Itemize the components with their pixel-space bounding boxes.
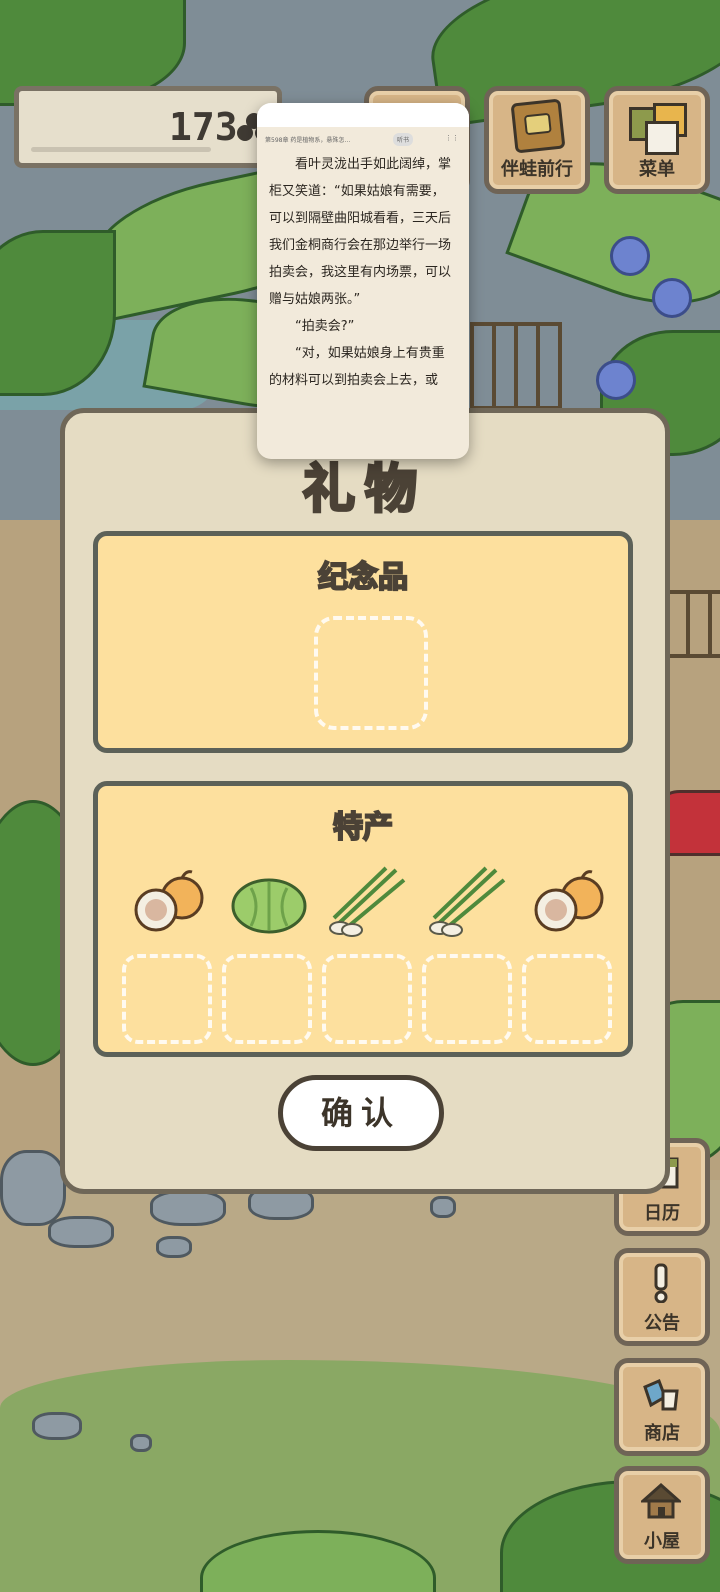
menu-button[interactable]: 菜单 <box>604 86 710 194</box>
listen-button[interactable]: 听书 <box>393 133 414 146</box>
scallion-icon[interactable] <box>326 866 412 938</box>
melon-icon[interactable] <box>126 866 212 938</box>
house-icon <box>641 1482 681 1519</box>
reader-paragraph: “拍卖会?” <box>295 319 355 334</box>
specialty-slot[interactable] <box>422 954 512 1044</box>
chapter-title[interactable]: 第598章 药是植物系，悬殊怎… <box>265 135 350 144</box>
specialty-slot[interactable] <box>522 954 612 1044</box>
garden-trellis <box>470 322 562 410</box>
reader-paragraph: 看叶灵泷出手如此阔绰，掌柜又笑道：“如果姑娘有需要，可以到隔壁曲阳城看看，三天后… <box>269 157 452 307</box>
morning-glory-flower <box>610 236 650 276</box>
novel-reader-overlay[interactable]: 第598章 药是植物系，悬殊怎… 听书 ⋮⋮ 看叶灵泷出手如此阔绰，掌柜又笑道：… <box>257 103 469 459</box>
stone <box>32 1412 82 1440</box>
specialty-slot[interactable] <box>222 954 312 1044</box>
reader-toolbar: 第598章 药是植物系，悬殊怎… 听书 ⋮⋮ <box>257 131 469 149</box>
reader-paragraph: “对，如果姑娘身上有贵重的材料可以到拍卖会上去，或 <box>269 346 445 388</box>
souvenir-slot[interactable] <box>314 616 428 730</box>
shop-bags-icon <box>643 1379 679 1411</box>
reader-text-body: 看叶灵泷出手如此阔绰，掌柜又笑道：“如果姑娘有需要，可以到隔壁曲阳城看看，三天后… <box>257 149 469 394</box>
notice-label: 公告 <box>644 1313 680 1334</box>
stone <box>130 1434 152 1452</box>
stone <box>156 1236 192 1258</box>
menu-label: 菜单 <box>639 159 675 180</box>
stone <box>0 1150 66 1226</box>
morning-glory-flower <box>596 360 636 400</box>
cabbage-icon[interactable] <box>226 866 312 938</box>
shop-label: 商店 <box>644 1423 680 1444</box>
souvenir-panel: 纪念品 <box>93 531 633 753</box>
clover-counter: 173 <box>14 86 282 168</box>
reader-top-strip <box>257 103 469 127</box>
more-options-icon[interactable]: ⋮⋮ <box>445 134 459 142</box>
clover-count: 173 <box>169 105 238 149</box>
gift-dialog: 礼物 纪念品 特产 确认 <box>60 408 670 1194</box>
garden-trellis <box>664 590 720 658</box>
shop-button[interactable]: 商店 <box>614 1358 710 1456</box>
travel-with-frog-button[interactable]: 伴蛙前行 <box>484 86 590 194</box>
stone <box>48 1216 114 1248</box>
stone <box>430 1196 456 1218</box>
specialty-slot[interactable] <box>122 954 212 1044</box>
calendar-label: 日历 <box>644 1203 680 1224</box>
travel-with-frog-label: 伴蛙前行 <box>501 159 573 180</box>
melon-icon[interactable] <box>526 866 612 938</box>
specialty-slot[interactable] <box>322 954 412 1044</box>
travel-ticket-icon <box>510 98 566 154</box>
house-label: 小屋 <box>644 1531 680 1552</box>
menu-cards-icon <box>627 103 687 155</box>
confirm-button[interactable]: 确认 <box>278 1075 444 1151</box>
clover-progress-bar <box>31 147 211 152</box>
house-button[interactable]: 小屋 <box>614 1466 710 1564</box>
exclamation-icon <box>654 1263 668 1303</box>
specialty-panel: 特产 <box>93 781 633 1057</box>
souvenir-title: 纪念品 <box>317 559 409 596</box>
specialty-title: 特产 <box>332 809 394 846</box>
notice-button[interactable]: 公告 <box>614 1248 710 1346</box>
stone <box>150 1190 226 1226</box>
morning-glory-flower <box>652 278 692 318</box>
scallion-icon[interactable] <box>426 866 512 938</box>
